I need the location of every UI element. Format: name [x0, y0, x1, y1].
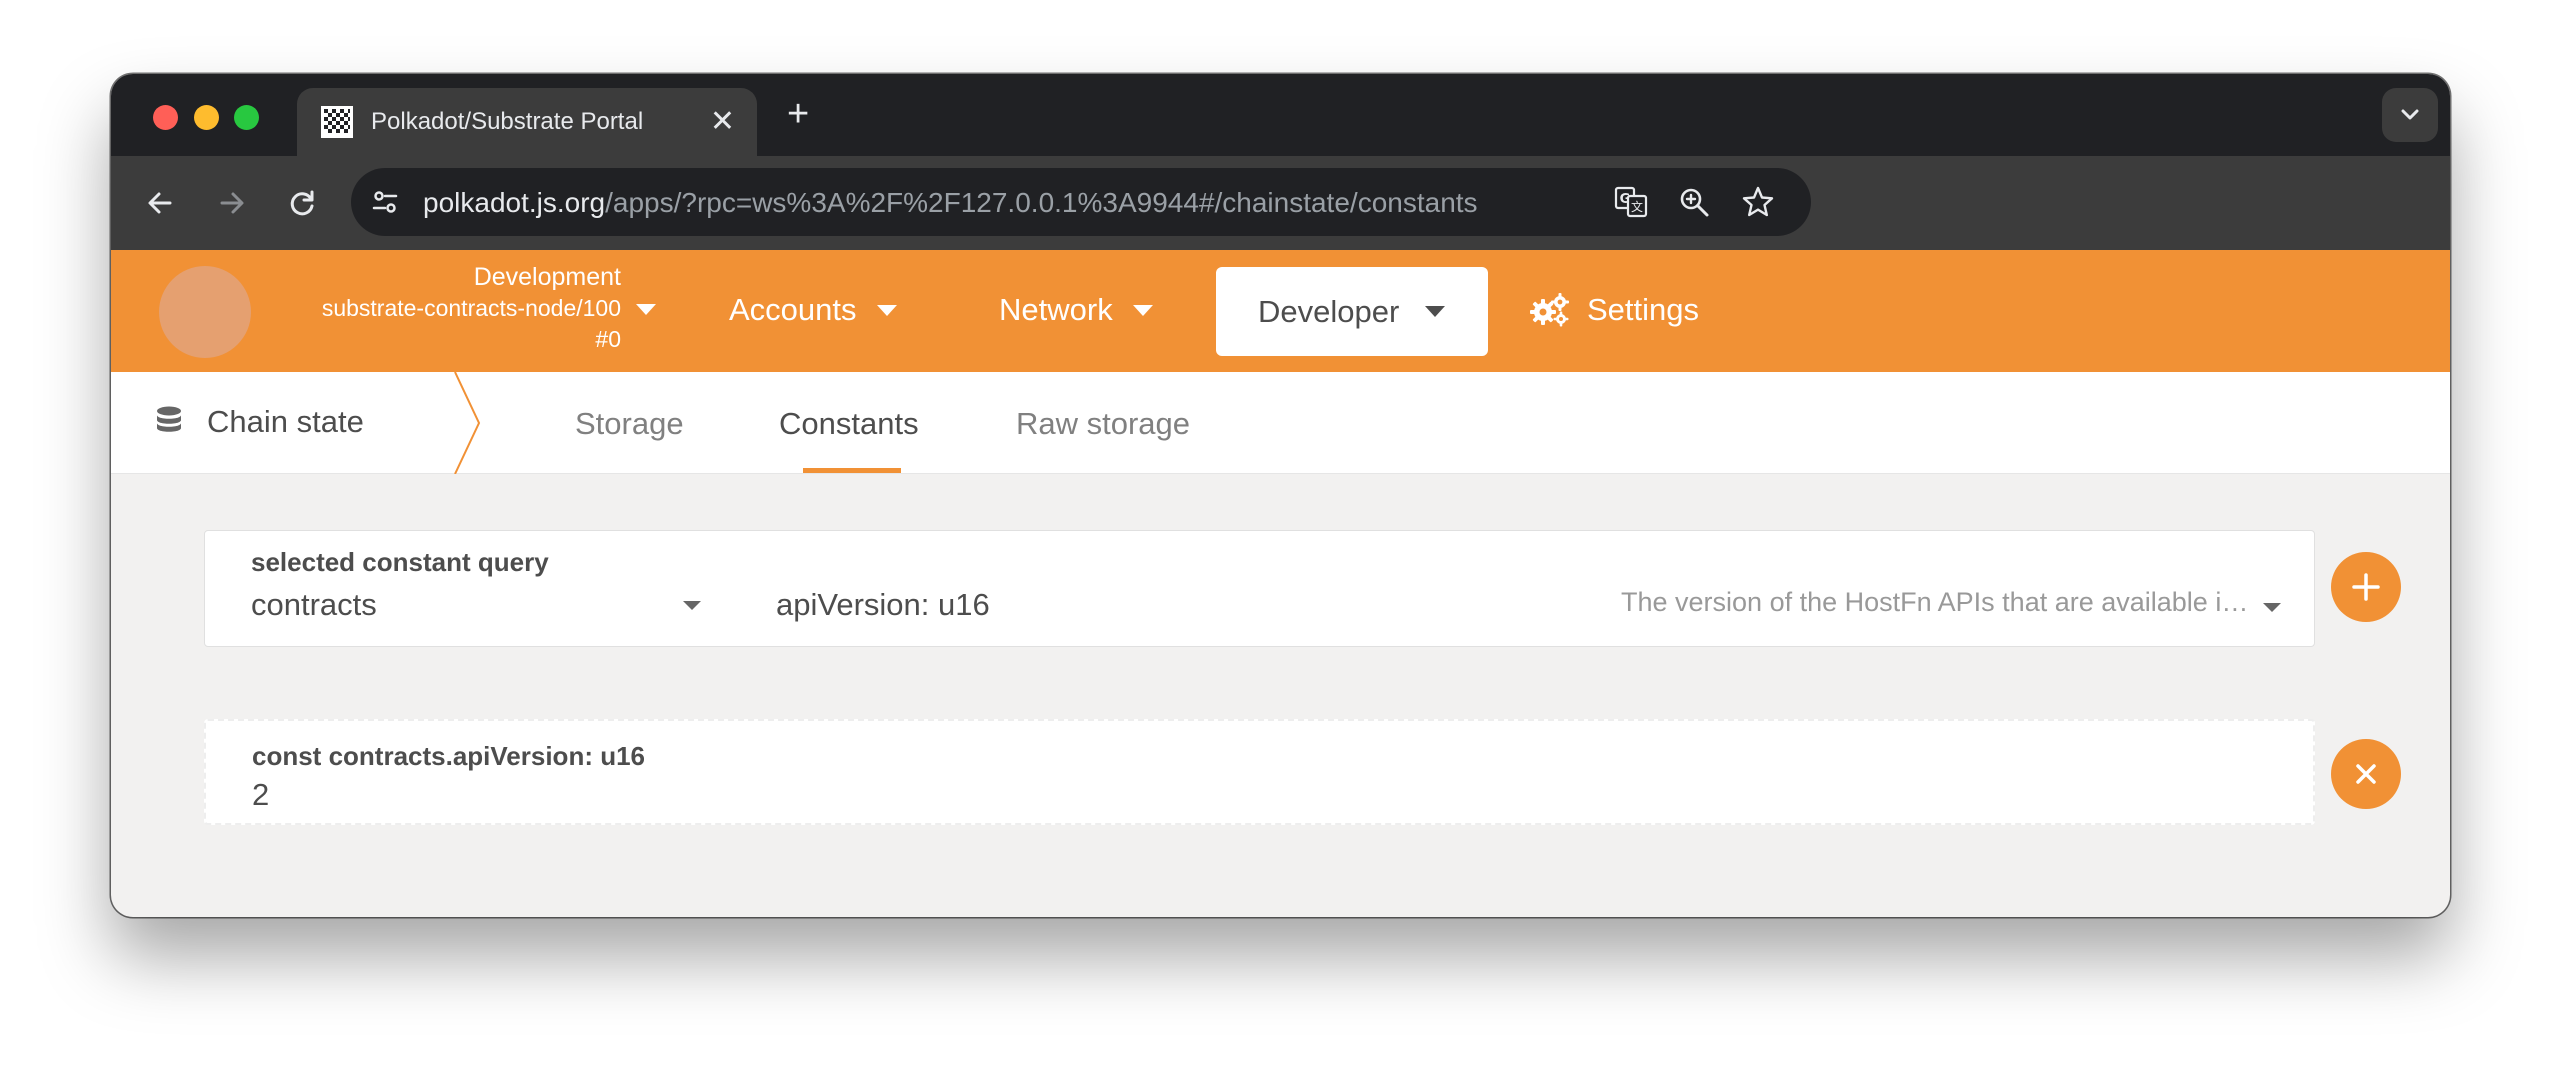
method-description: The version of the HostFn APIs that are …: [1621, 587, 2251, 617]
close-icon: [2356, 764, 2376, 784]
section-dropdown-caret-icon[interactable]: [683, 601, 701, 610]
url-text: polkadot.js.org/apps/?rpc=ws%3A%2F%2F127…: [423, 187, 1478, 219]
menu-network-label: Network: [999, 292, 1113, 327]
chain-logo[interactable]: [159, 266, 251, 358]
menu-developer[interactable]: Developer: [1216, 267, 1488, 356]
block-number: #0: [595, 326, 621, 352]
url-host: polkadot.js.org: [423, 187, 606, 218]
minimize-window-button[interactable]: [194, 105, 219, 130]
tab-search-button[interactable]: [2382, 88, 2438, 142]
tab-storage[interactable]: Storage: [575, 406, 684, 442]
node-name: substrate-contracts-node/100: [321, 295, 621, 321]
result-label: const contracts.apiVersion: u16: [252, 741, 646, 771]
method-dropdown-caret-icon[interactable]: [2263, 603, 2281, 612]
maximize-window-button[interactable]: [234, 105, 259, 130]
tab-title: Polkadot/Substrate Portal: [371, 108, 644, 135]
browser-window: Polkadot/Substrate Portal ✕ + polkadot.j…: [111, 74, 2450, 917]
menu-developer-label: Developer: [1258, 293, 1400, 329]
constant-query-selector: selected constant query contracts apiVer…: [204, 530, 2315, 647]
close-window-button[interactable]: [153, 105, 178, 130]
tab-strip: Polkadot/Substrate Portal ✕ +: [111, 74, 2450, 156]
zoom-icon[interactable]: [1676, 184, 1712, 220]
active-tab-indicator: [803, 468, 901, 473]
section-title-label: Chain state: [207, 404, 364, 439]
tab-constants[interactable]: Constants: [779, 406, 919, 442]
method-dropdown-value[interactable]: apiVersion: u16: [776, 587, 990, 623]
app-header: Development substrate-contracts-node/100…: [111, 250, 2450, 372]
browser-tab[interactable]: Polkadot/Substrate Portal ✕: [297, 88, 757, 156]
forward-arrow-icon[interactable]: [211, 182, 253, 224]
reload-icon[interactable]: [281, 182, 323, 224]
plus-icon: [2352, 573, 2380, 601]
menu-settings[interactable]: Settings: [1529, 280, 1699, 340]
result-value: 2: [252, 777, 270, 812]
svg-text:文: 文: [1631, 199, 1643, 214]
menu-settings-label: Settings: [1587, 292, 1700, 327]
section-dropdown-value[interactable]: contracts: [251, 587, 377, 623]
database-icon: [157, 406, 181, 432]
chain-name: Development: [473, 263, 621, 291]
tab-raw-storage[interactable]: Raw storage: [1016, 406, 1190, 442]
cogs-icon: [1530, 293, 1569, 327]
url-path: /apps/?rpc=ws%3A%2F%2F127.0.0.1%3A9944#/…: [605, 187, 1478, 218]
translate-icon[interactable]: G 文: [1613, 184, 1649, 220]
chevron-down-icon: [2401, 109, 2419, 120]
query-label: selected constant query: [251, 547, 549, 577]
breadcrumb-separator: [454, 372, 481, 474]
sub-navigation: Chain state Storage Constants Raw storag…: [111, 372, 2450, 474]
section-title: Chain state: [155, 404, 364, 440]
close-tab-icon[interactable]: ✕: [710, 102, 735, 142]
address-bar[interactable]: polkadot.js.org/apps/?rpc=ws%3A%2F%2F127…: [351, 168, 1811, 236]
menu-accounts[interactable]: Accounts: [729, 280, 897, 340]
add-query-button[interactable]: [2331, 552, 2401, 622]
browser-toolbar: polkadot.js.org/apps/?rpc=ws%3A%2F%2F127…: [111, 156, 2450, 250]
caret-down-icon: [1132, 304, 1153, 316]
menu-network[interactable]: Network: [999, 280, 1153, 340]
chain-dropdown-caret-icon[interactable]: [636, 304, 656, 315]
bookmark-star-icon[interactable]: [1740, 184, 1776, 220]
chain-selector[interactable]: Development substrate-contracts-node/100…: [322, 262, 621, 354]
back-arrow-icon[interactable]: [139, 182, 181, 224]
menu-accounts-label: Accounts: [729, 292, 857, 327]
caret-down-icon: [1425, 306, 1446, 317]
query-result: const contracts.apiVersion: u16 2: [204, 719, 2315, 825]
new-tab-button[interactable]: +: [787, 92, 809, 136]
remove-result-button[interactable]: [2331, 739, 2401, 809]
site-settings-icon[interactable]: [369, 186, 401, 218]
caret-down-icon: [876, 304, 897, 316]
polkadot-favicon-icon: [321, 106, 353, 138]
